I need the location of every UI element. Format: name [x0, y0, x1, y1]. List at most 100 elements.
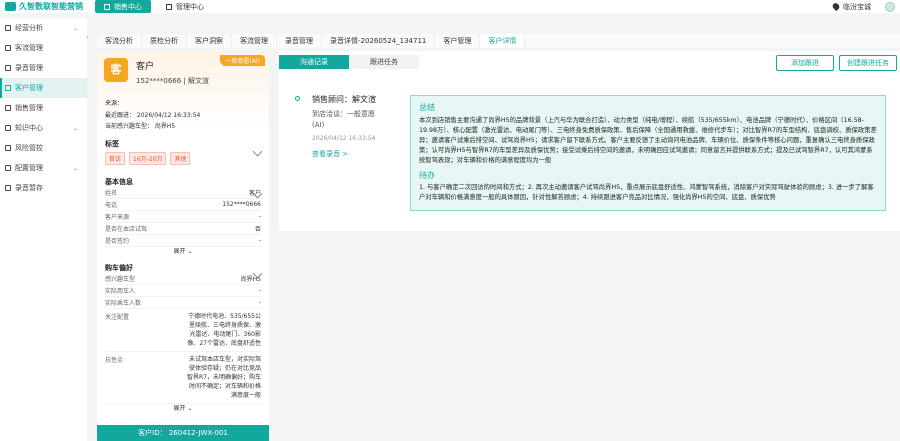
info-value: 152****0666 — [222, 201, 261, 208]
app-logo[interactable]: 久智数联智能营销 — [5, 1, 95, 12]
users-icon — [5, 105, 11, 111]
summary-title: 总结 — [419, 103, 435, 112]
sidebar-item-business[interactable]: 经营分析 ⌄ — [0, 18, 87, 38]
location-pin-icon — [831, 1, 841, 12]
user-avatar[interactable] — [885, 1, 895, 12]
trash-icon — [5, 185, 11, 191]
section-title: 购车偏好 — [105, 264, 133, 272]
info-value: - — [258, 213, 261, 220]
chevron-down-icon: ⌄ — [187, 405, 193, 412]
info-value: - — [258, 299, 261, 306]
info-key: 姓名 — [105, 190, 118, 197]
expand-button[interactable]: 展开 ⌄ — [105, 404, 261, 414]
info-row: 感兴趣车型 尚界H5 — [105, 273, 261, 285]
shield-icon — [5, 145, 11, 151]
top-tab-admin-label: 管理中心 — [176, 2, 204, 11]
sidebar-item-customers[interactable]: 客户管理 — [0, 78, 87, 98]
tab-customer-management[interactable]: 客户管理 — [435, 34, 481, 48]
sidebar-item-label: 录音管理 — [15, 64, 43, 72]
visit-ai-label: (AI) — [312, 121, 325, 129]
sales-icon — [104, 3, 110, 10]
collapse-sidebar-icon[interactable]: ‹ — [86, 34, 88, 41]
sidebar-item-label: 配置管理 — [15, 164, 43, 172]
info-row: 关注配置 宁德时代电池、535/655公里续航、三电终身质保、激光雷达、电动尾门、… — [105, 309, 261, 352]
tab-recording-management[interactable]: 录音管理 — [277, 34, 322, 48]
info-row: 电话 152****0666 — [105, 199, 261, 211]
tab-customer-insight[interactable]: 客户洞察 — [187, 34, 232, 48]
mic-icon — [5, 65, 11, 71]
purchase-pref-section: 购车偏好 感兴趣车型 尚界H5 实际用车人 - 实际乘车人数 - 关注配置 宁德时代电池… — [97, 263, 269, 414]
customer-card: 客 客户 152****0666 | 解文渲 一般意愿(AI) 来源： 最近跟进… — [97, 51, 269, 131]
info-key: 电话 — [105, 202, 118, 209]
tags-section: 标签 首访 16万-20万 其他 — [97, 139, 269, 165]
page-tabs: 客流分析 质检分析 客户洞察 客流管理 录音管理 录音详情-20260524_1… — [97, 34, 900, 48]
store-name[interactable]: 临汾宝诚 — [843, 2, 871, 12]
info-value: - — [258, 287, 261, 294]
top-tab-sales-label: 销售中心 — [114, 2, 142, 11]
chevron-down-icon: ⌄ — [72, 164, 78, 172]
timeline-dot — [295, 96, 300, 101]
tab-communication[interactable]: 沟通记录 — [279, 55, 349, 69]
sidebar-item-traffic[interactable]: 客流管理 — [0, 38, 87, 58]
customer-avatar: 客 — [104, 58, 128, 82]
create-task-button[interactable]: 创建跟进任务 — [839, 55, 897, 71]
sidebar-item-label: 风险管控 — [15, 144, 43, 152]
view-recording-link[interactable]: 查看录音 > — [312, 149, 348, 159]
sidebar-item-knowledge[interactable]: 知识中心 ⌄ — [0, 118, 87, 138]
sidebar-item-sales[interactable]: 销售管理 — [0, 98, 87, 118]
customer-phone: 152****0666 | 解文渲 — [136, 77, 209, 85]
section-title: 基本信息 — [105, 178, 133, 186]
tab-followup-tasks[interactable]: 跟进任务 — [349, 55, 419, 69]
logo-icon — [5, 2, 16, 11]
last-visit: 最近跟进： 2026/04/12 16:33:54 — [105, 112, 201, 119]
sidebar-item-recordings[interactable]: 录音管理 — [0, 58, 87, 78]
sidebar-item-label: 知识中心 — [15, 124, 43, 132]
sidebar-item-label: 经营分析 — [15, 24, 43, 32]
sidebar-item-label: 录音暂存 — [15, 184, 43, 192]
summary-text: 本次到店销售主要沟通了尚界H5的品牌背景（上汽与华为联合打造）、动力类型（纯电/… — [419, 117, 877, 164]
book-icon — [5, 125, 11, 131]
chart-icon — [5, 25, 11, 31]
info-key: 实际乘车人数 — [105, 300, 142, 307]
tag: 16万-20万 — [129, 152, 167, 165]
info-value: - — [258, 237, 261, 244]
visit-intent: 到店洽谈：一般意愿 — [312, 110, 375, 118]
info-key: 关注配置 — [105, 314, 130, 321]
todo-text: 1. 与客户确定二次回访的时间和方式；2. 再次主动邀请客户试驾尚界H5，重点展… — [419, 184, 874, 201]
top-tab-sales[interactable]: 销售中心 — [95, 0, 151, 13]
info-key: 抗性点 — [105, 357, 124, 364]
intent-level-badge: 一般意愿(AI) — [220, 55, 265, 66]
add-follow-button[interactable]: 添加跟进 — [776, 55, 834, 71]
detail-panel: 沟通记录 跟进任务 添加跟进 创建跟进任务 销售顾问：解文渲 到店洽谈：一般意愿… — [279, 51, 900, 231]
tab-customer-detail[interactable]: 客户详情 — [480, 34, 526, 48]
sidebar-item-risk[interactable]: 风险管控 — [0, 138, 87, 158]
tab-traffic-analysis[interactable]: 客流分析 — [97, 34, 142, 48]
tab-traffic-management[interactable]: 客流管理 — [232, 34, 277, 48]
info-row: 姓名 客户 — [105, 187, 261, 199]
info-key: 客户来源 — [105, 214, 130, 221]
customer-id: 客户ID： 260412-JWX-001 — [97, 425, 269, 441]
timeline-time: 2026/04/12 16:33:54 — [312, 135, 376, 142]
tab-recording-detail[interactable]: 录音详情-20260524_134711 — [322, 34, 436, 48]
tab-quality-analysis[interactable]: 质检分析 — [142, 34, 187, 48]
info-value: 否 — [254, 226, 261, 233]
document-icon — [5, 85, 11, 91]
tag: 首访 — [105, 152, 126, 165]
sidebar-item-config[interactable]: 配置管理 ⌄ — [0, 158, 87, 178]
info-row: 是否在本店试驾 否 — [105, 223, 261, 235]
app-name: 久智数联智能营销 — [19, 2, 83, 11]
chevron-down-icon: ⌄ — [72, 24, 78, 32]
gear-icon — [5, 165, 11, 171]
chevron-down-icon: ⌄ — [72, 124, 78, 132]
sidebar-item-label: 销售管理 — [15, 104, 43, 112]
section-title: 标签 — [105, 140, 119, 148]
expand-button[interactable]: 展开 ⌄ — [105, 247, 261, 257]
top-tab-admin[interactable]: 管理中心 — [157, 0, 213, 13]
info-row: 是否签约 - — [105, 235, 261, 247]
ai-summary-box: 总结 本次到店销售主要沟通了尚界H5的品牌背景（上汽与华为联合打造）、动力类型（… — [410, 95, 886, 211]
detail-segment: 沟通记录 跟进任务 — [279, 55, 419, 69]
basic-info-section: 基本信息 姓名 客户 电话 152****0666 客户来源 - 是否在本店试驾 否 是… — [97, 177, 269, 257]
sidebar-item-temp-recordings[interactable]: 录音暂存 — [0, 178, 87, 198]
sidebar-item-label: 客流管理 — [15, 44, 43, 52]
info-row: 抗性点 未试驾本店车型，对实际驾驶体验存疑；仍在对比竞品智界R7，未明确偏好；购车… — [105, 352, 261, 404]
